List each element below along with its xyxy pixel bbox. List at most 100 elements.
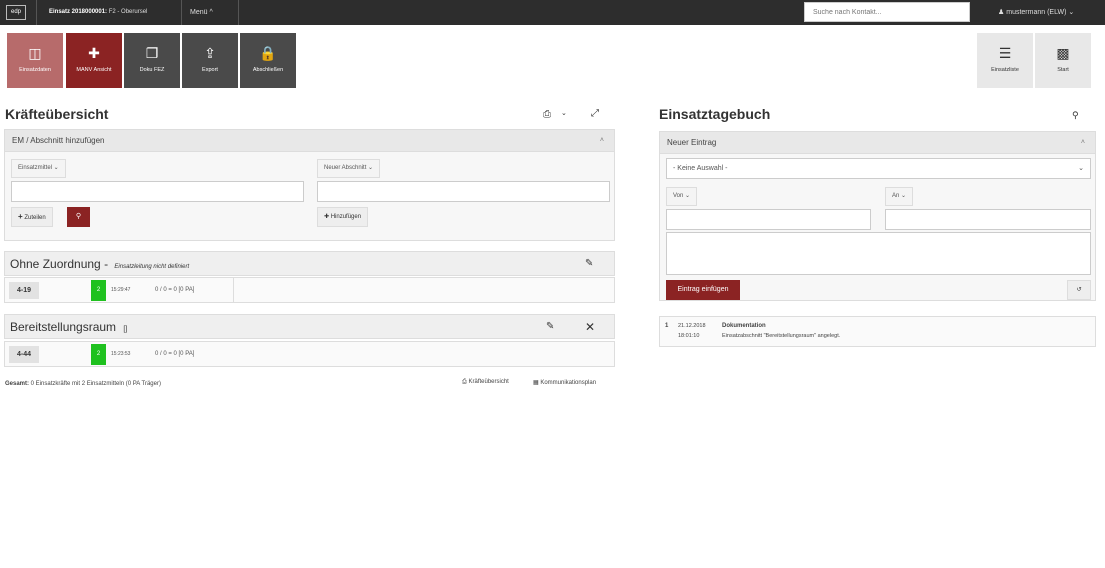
status-badge: 2	[91, 344, 106, 365]
add-section-panel-header[interactable]: EM / Abschnitt hinzufügen ˄	[4, 129, 615, 152]
user-name: mustermann (ELW)	[1006, 9, 1067, 16]
print-icon[interactable]: ⎙	[543, 109, 551, 120]
new-entry-panel: - Keine Auswahl - ⌄ Von ⌄ An ⌄ Eintrag e…	[659, 154, 1096, 301]
tile-label: Export	[202, 67, 218, 73]
entry-title: Dokumentation	[722, 323, 766, 329]
incident-number: Einsatz 2018000001:	[49, 9, 108, 15]
an-dropdown[interactable]: An ⌄	[885, 187, 914, 206]
unit-code[interactable]: 4-44	[9, 346, 39, 363]
print-icon: ⎙	[462, 379, 467, 385]
upload-icon: ⇪	[204, 45, 216, 61]
add-icon: ✚	[324, 214, 330, 220]
contact-search-input[interactable]	[804, 2, 970, 22]
communication-plan-link[interactable]: ▦ Kommunikationsplan	[533, 379, 596, 386]
entry-number: 1	[665, 323, 669, 329]
zuteilen-button[interactable]: + Zuteilen	[11, 207, 53, 227]
dropdown-label: Einsatzmittel	[18, 165, 53, 171]
plus-icon: +	[18, 212, 23, 221]
unit-code[interactable]: 4-19	[9, 282, 39, 299]
tile-label: MANV Ansicht	[76, 67, 112, 73]
divider	[181, 0, 182, 25]
edit-icon[interactable]: ✎	[585, 252, 593, 276]
add-section-panel: Einsatzmittel ⌄ Neuer Abschnitt ⌄ + Zute…	[4, 152, 615, 241]
divider	[233, 278, 234, 302]
dropdown-label: An	[892, 193, 900, 199]
export-button[interactable]: ⇪ Export	[182, 33, 238, 88]
user-menu[interactable]: ♟ mustermann (ELW) ⌄	[998, 0, 1074, 25]
search-em-button[interactable]: ⚲	[67, 207, 90, 227]
incident-title: Einsatz 2018000001: F2 - Oberursel	[49, 0, 147, 25]
dropdown-label: Von	[673, 193, 684, 199]
start-button[interactable]: ▩ Start	[1035, 33, 1091, 88]
status-badge: 2	[91, 280, 106, 301]
top-bar: edp Einsatz 2018000001: F2 - Oberursel M…	[0, 0, 1105, 25]
table-icon: ▦	[533, 380, 539, 386]
panel-title: Neuer Eintrag	[667, 138, 717, 147]
divider	[238, 0, 239, 25]
tile-label: Einsatzdaten	[19, 67, 51, 73]
summary-text: 0 Einsatzkräfte mit 2 Einsatzmitteln (0 …	[29, 381, 161, 387]
entry-date: 21.12.2018	[678, 323, 706, 329]
chevron-down-icon: ⌄	[1078, 165, 1084, 172]
group-subtitle: Einsatzleitung nicht definiert	[114, 264, 190, 270]
incident-location: F2 - Oberursel	[107, 9, 148, 15]
unit-time: 15:29:47	[111, 287, 131, 293]
copy-icon: ❐	[145, 45, 159, 61]
entry-text-area[interactable]	[666, 232, 1091, 275]
divider	[36, 0, 37, 25]
chevron-up-icon[interactable]: ˄	[1081, 132, 1085, 153]
table-row[interactable]: 4-19 2 15:29:47 0 / 0 = 0 [0 PA]	[4, 277, 615, 303]
dropdown-label: Neuer Abschnitt	[324, 165, 367, 171]
einsatzmittel-input[interactable]	[11, 181, 304, 202]
chevron-down-icon[interactable]: ⌄	[561, 109, 567, 117]
journal-title: Einsatztagebuch	[659, 106, 771, 122]
forces-summary: Gesamt: 0 Einsatzkräfte mit 2 Einsatzmit…	[5, 381, 161, 387]
edit-icon[interactable]: ✎	[546, 315, 554, 339]
close-incident-button[interactable]: 🔒 Abschließen	[240, 33, 296, 88]
chevron-up-icon[interactable]: ˄	[600, 130, 604, 151]
unit-stats: 0 / 0 = 0 [0 PA]	[155, 287, 195, 293]
close-icon[interactable]: ✕	[585, 315, 595, 339]
expand-icon[interactable]: ⤢	[591, 108, 599, 119]
history-icon[interactable]: ↺	[1067, 280, 1091, 300]
button-label: Hinzufügen	[330, 214, 362, 220]
menu-toggle[interactable]: Menü ^	[190, 0, 213, 25]
von-input[interactable]	[666, 209, 871, 230]
folder-icon: ◫	[28, 45, 42, 61]
neuer-abschnitt-dropdown[interactable]: Neuer Abschnitt ⌄	[317, 159, 381, 178]
tile-label: Start	[1057, 67, 1069, 73]
tile-label: Abschließen	[252, 67, 284, 73]
entry-text: Einsatzabschnitt "Bereitstellungsraum" a…	[722, 333, 841, 339]
group-dash: -	[100, 257, 112, 271]
von-dropdown[interactable]: Von ⌄	[666, 187, 698, 206]
group-header: Bereitstellungsraum [] ✎ ✕	[4, 314, 615, 339]
abschnitt-input[interactable]	[317, 181, 610, 202]
link-label: Kräfteübersicht	[468, 379, 509, 385]
insert-entry-button[interactable]: Eintrag einfügen	[666, 280, 740, 300]
forces-overview-title: Kräfteübersicht	[5, 106, 109, 122]
group-title: Bereitstellungsraum	[10, 320, 117, 334]
einsatzdaten-button[interactable]: ◫ Einsatzdaten	[7, 33, 63, 88]
group-header: Ohne Zuordnung - Einsatzleitung nicht de…	[4, 251, 615, 276]
doku-fez-button[interactable]: ❐ Doku FEZ	[124, 33, 180, 88]
unit-time: 15:23:53	[111, 351, 131, 357]
einsatzmittel-dropdown[interactable]: Einsatzmittel ⌄	[11, 159, 66, 178]
app-logo[interactable]: edp	[6, 5, 26, 20]
search-icon[interactable]: ⚲	[1072, 110, 1079, 121]
hinzufuegen-button[interactable]: ✚ Hinzufügen	[317, 207, 369, 227]
table-row[interactable]: 4-44 2 15:23:53 0 / 0 = 0 [0 PA]	[4, 341, 615, 367]
list-icon: ☰	[998, 45, 1012, 61]
forces-overview-link[interactable]: ⎙ Kräfteübersicht	[462, 379, 509, 386]
manv-view-button[interactable]: ✚ MANV Ansicht	[66, 33, 122, 88]
button-label: Zuteilen	[24, 215, 46, 221]
new-entry-panel-header[interactable]: Neuer Eintrag ˄	[659, 131, 1096, 154]
tile-label: Doku FEZ	[139, 67, 165, 73]
summary-label: Gesamt:	[5, 381, 30, 387]
search-icon: ⚲	[75, 213, 82, 220]
grid-icon: ▩	[1056, 45, 1070, 61]
an-input[interactable]	[885, 209, 1091, 230]
lock-icon: 🔒	[259, 45, 277, 61]
category-select[interactable]: - Keine Auswahl - ⌄	[666, 158, 1091, 179]
einsatzliste-button[interactable]: ☰ Einsatzliste	[977, 33, 1033, 88]
panel-title: EM / Abschnitt hinzufügen	[12, 136, 105, 145]
